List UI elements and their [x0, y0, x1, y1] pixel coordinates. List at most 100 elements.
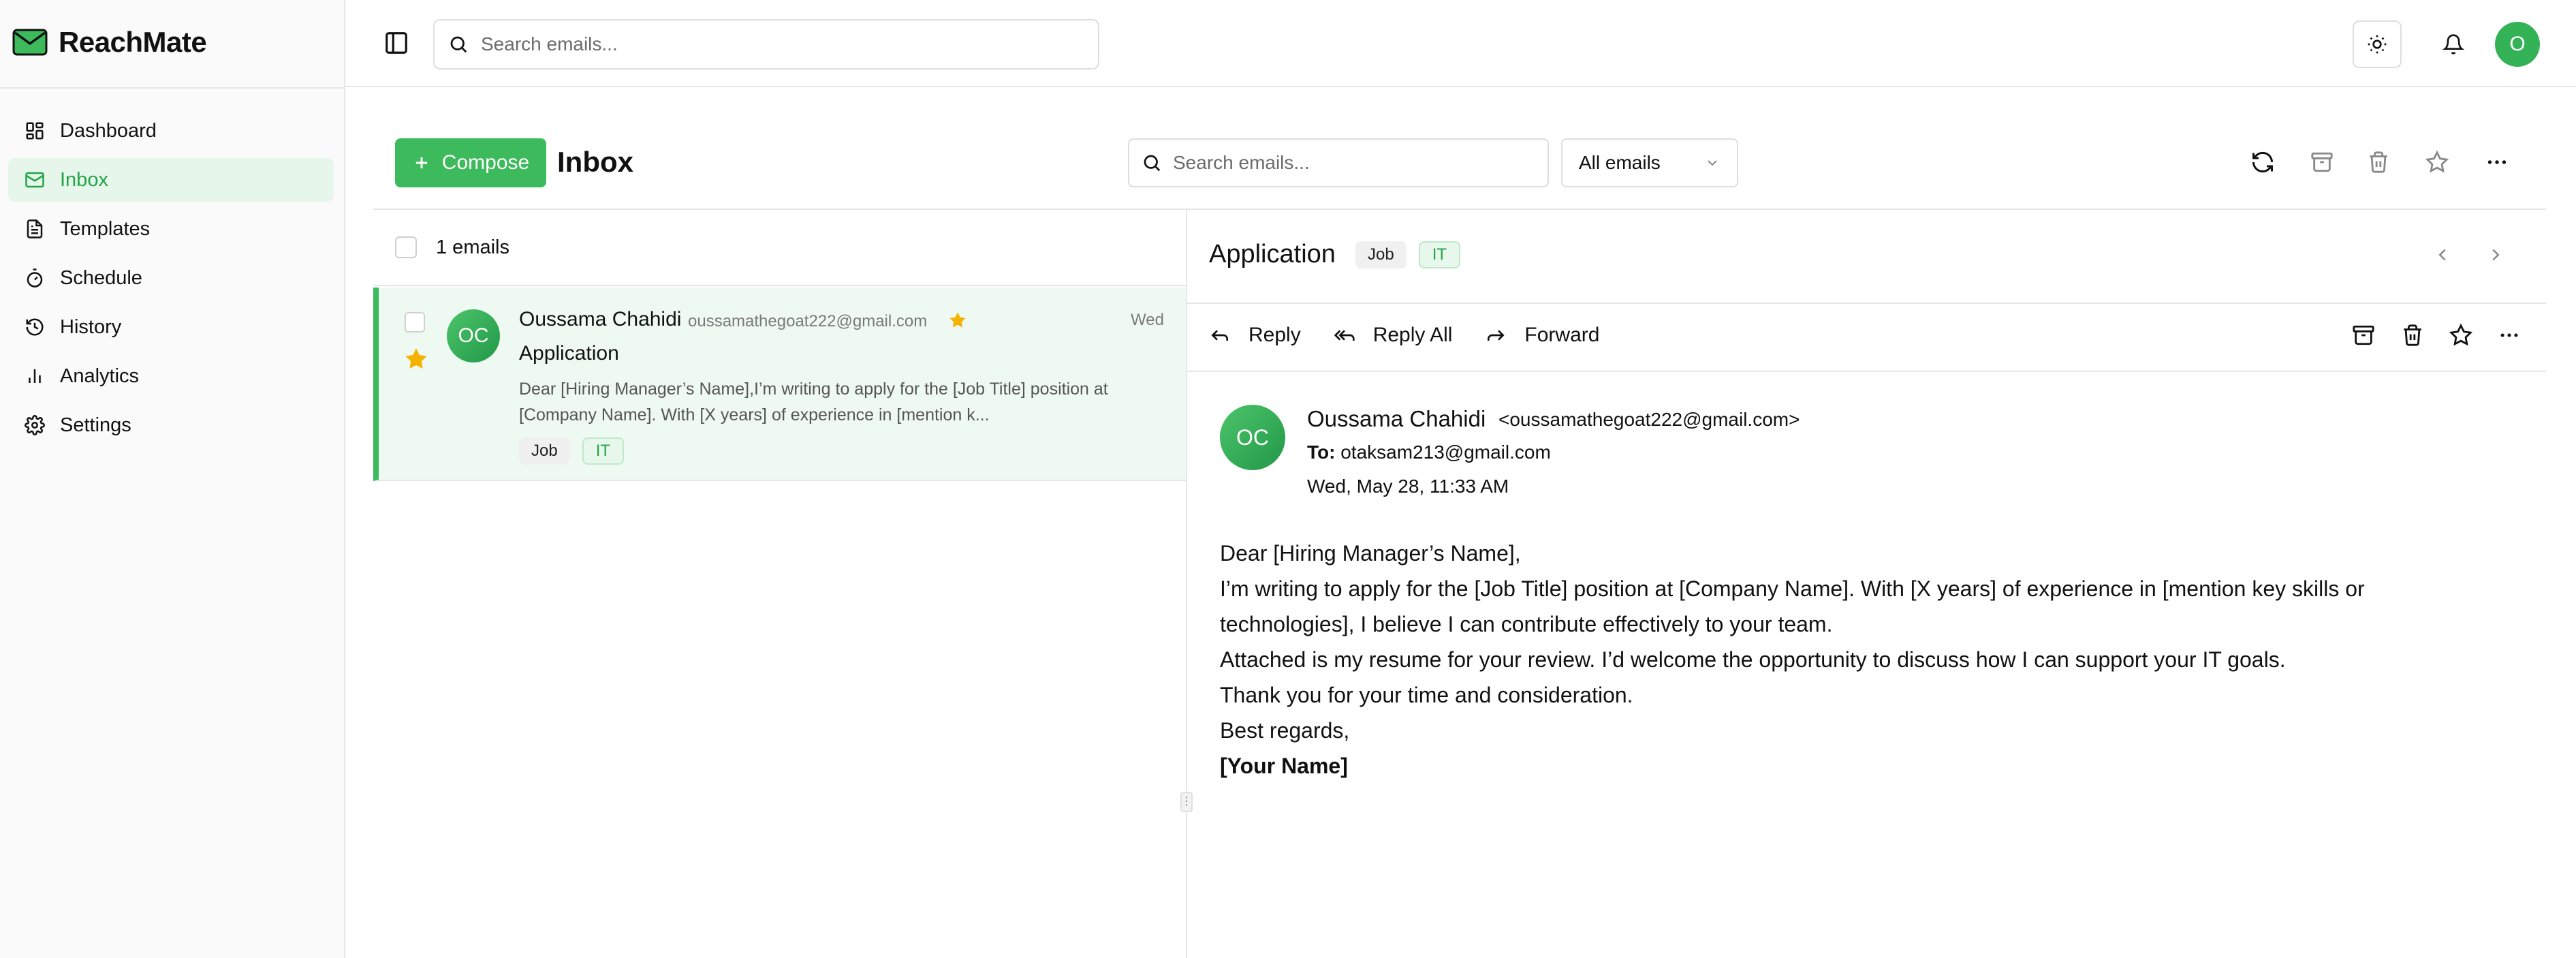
theme-toggle-button[interactable]	[2353, 20, 2402, 68]
chevron-right-icon	[2492, 249, 2500, 261]
resize-handle[interactable]: ⋮	[1180, 792, 1193, 812]
search-icon	[1144, 155, 1161, 172]
mail-icon	[25, 172, 44, 188]
body-paragraph: Best regards,	[1220, 718, 1350, 743]
detail-more-button[interactable]	[2496, 322, 2523, 349]
email-preview: Dear [Hiring Manager’s Name],I’m writing…	[519, 380, 1108, 424]
notifications-button[interactable]	[2430, 20, 2477, 68]
mail-logo-icon	[12, 29, 48, 56]
reply-icon	[1211, 330, 1228, 341]
pane-divider	[1186, 210, 1187, 958]
timer-icon	[27, 268, 43, 288]
more-horizontal-icon	[2500, 333, 2518, 337]
email-detail-subject: Application	[1209, 240, 1336, 268]
sidebar-item-history[interactable]: History	[8, 305, 334, 349]
file-text-icon	[27, 219, 43, 238]
previous-email-button[interactable]	[2430, 243, 2455, 267]
more-horizontal-icon	[2487, 160, 2507, 164]
compose-label: Compose	[441, 151, 530, 174]
detail-sender-name: Oussama Chahidi	[1307, 406, 1486, 431]
sidebar-item-settings[interactable]: Settings	[8, 403, 334, 447]
email-body: Dear [Hiring Manager’s Name], I’m writin…	[1220, 536, 2439, 784]
panel-left-icon	[386, 32, 407, 54]
reply-button[interactable]: Reply	[1209, 324, 1301, 347]
app-name: ReachMate	[59, 26, 207, 58]
email-action-bar: Reply Reply All Forward	[1209, 318, 1599, 353]
reply-all-label: Reply All	[1372, 324, 1453, 346]
sidebar-item-schedule[interactable]: Schedule	[8, 256, 334, 300]
email-star-toggle[interactable]	[405, 347, 428, 371]
to-label: To:	[1307, 442, 1336, 463]
email-filter-select[interactable]: All emails	[1561, 138, 1738, 187]
archive-button[interactable]	[2307, 147, 2337, 177]
chevron-down-icon	[1708, 160, 1717, 166]
more-options-button[interactable]	[2482, 147, 2512, 177]
recipient-address: otaksam213@gmail.com	[1340, 442, 1551, 463]
detail-star-button[interactable]	[2447, 322, 2475, 349]
search-icon	[450, 36, 467, 53]
email-date: Wed	[1131, 311, 1164, 329]
top-bar: O	[345, 0, 2576, 87]
history-icon	[26, 318, 44, 336]
email-select-checkbox[interactable]	[405, 312, 425, 333]
global-search-input[interactable]	[481, 33, 1033, 55]
sidebar-nav: Dashboard Inbox Templates Schedule Histo…	[8, 109, 334, 452]
bell-icon	[2443, 34, 2464, 55]
trash-icon	[2404, 324, 2421, 346]
detail-archive-button[interactable]	[2350, 322, 2377, 349]
inbox-search[interactable]	[1128, 138, 1549, 187]
plus-icon	[415, 157, 427, 169]
refresh-icon	[2252, 151, 2274, 173]
delete-button[interactable]	[2363, 147, 2393, 177]
sidebar: ReachMate Dashboard Inbox Templates Sche…	[0, 0, 345, 958]
detail-recipient: To: otaksam213@gmail.com	[1307, 442, 1551, 463]
sidebar-item-label: Templates	[60, 217, 151, 240]
detail-divider	[1187, 371, 2546, 372]
sidebar-item-label: Schedule	[60, 266, 142, 289]
body-signature: [Your Name]	[1220, 754, 1348, 778]
user-avatar[interactable]: O	[2495, 22, 2540, 67]
forward-button[interactable]: Forward	[1485, 324, 1599, 347]
sidebar-item-label: Analytics	[60, 365, 140, 387]
archive-icon	[2311, 152, 2333, 172]
global-search[interactable]	[433, 19, 1099, 69]
star-button[interactable]	[2422, 147, 2452, 177]
detail-divider	[1187, 303, 2546, 304]
email-sender-address: oussamathegoat222@gmail.com	[688, 312, 928, 330]
sidebar-item-label: History	[60, 315, 122, 338]
reply-all-button[interactable]: Reply All	[1334, 324, 1453, 347]
sidebar-item-dashboard[interactable]: Dashboard	[8, 109, 334, 153]
compose-button[interactable]: Compose	[395, 138, 546, 187]
sidebar-toggle-button[interactable]	[383, 30, 409, 56]
detail-delete-button[interactable]	[2399, 322, 2426, 349]
tag-badge: Job	[519, 437, 570, 465]
select-all-checkbox[interactable]	[395, 236, 417, 258]
star-icon	[2425, 151, 2449, 173]
sidebar-item-analytics[interactable]: Analytics	[8, 354, 334, 398]
sender-avatar: OC	[1220, 405, 1285, 470]
forward-label: Forward	[1524, 324, 1600, 346]
body-paragraph: Dear [Hiring Manager’s Name],	[1220, 541, 1521, 566]
bar-chart-icon	[29, 369, 41, 383]
dashboard-icon	[26, 122, 44, 140]
sun-icon	[2368, 35, 2387, 54]
filter-selected-value: All emails	[1579, 152, 1661, 173]
page-title: Inbox	[557, 146, 633, 178]
reply-label: Reply	[1248, 324, 1301, 346]
refresh-button[interactable]	[2248, 147, 2278, 177]
tag-badge: IT	[582, 437, 625, 465]
inbox-search-input[interactable]	[1173, 152, 1518, 174]
sidebar-item-inbox[interactable]: Inbox	[8, 158, 334, 202]
next-email-button[interactable]	[2483, 243, 2508, 267]
star-icon	[2449, 324, 2472, 346]
email-list-item[interactable]: OC Oussama Chahidi oussamathegoat222@gma…	[373, 288, 1187, 481]
sidebar-item-label: Inbox	[60, 168, 108, 191]
email-subject: Application	[519, 342, 619, 365]
email-sender: Oussama Chahidi	[519, 308, 682, 330]
brand[interactable]: ReachMate	[12, 23, 207, 61]
email-detail-tags: Job IT	[1355, 241, 1461, 268]
trash-icon	[2370, 151, 2387, 173]
sidebar-item-templates[interactable]: Templates	[8, 207, 334, 251]
sender-avatar: OC	[447, 309, 500, 362]
reply-all-icon	[1334, 330, 1355, 341]
